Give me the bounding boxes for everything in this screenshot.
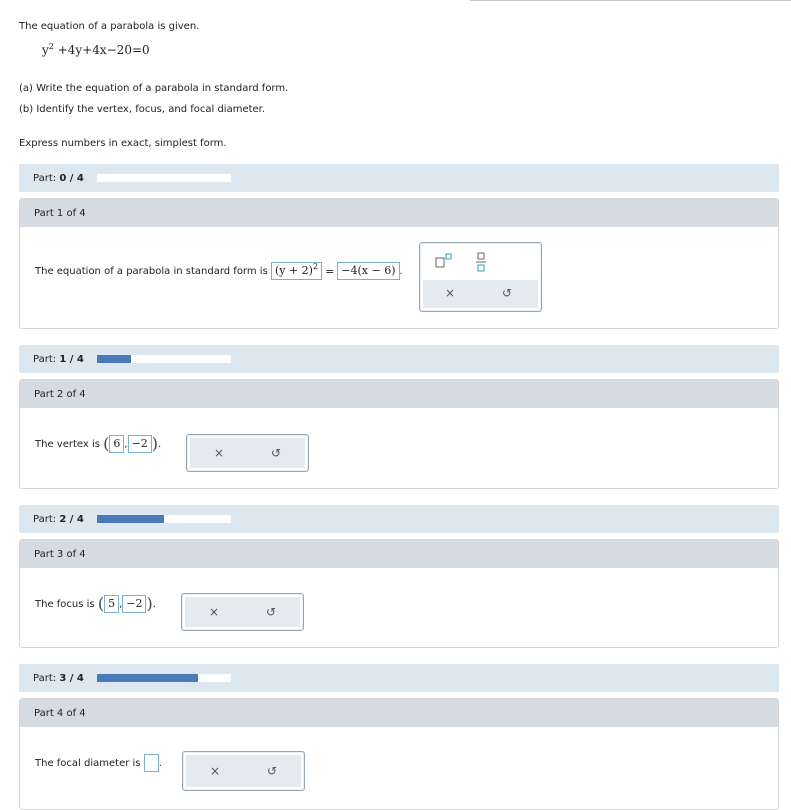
progress-fill [97,355,131,363]
part-4-question: The focal diameter is . [35,754,162,772]
period: . [158,757,162,769]
progress-header-0: Part: 0 / 4 [19,164,779,192]
math-toolbar-4: × ↺ [182,751,305,791]
progress-header-1: Part: 1 / 4 [19,345,779,373]
math-toolbar-1: × ↺ [419,242,542,312]
top-divider [470,0,791,1]
fraction-icon[interactable] [476,251,486,273]
progress-fill [97,515,164,523]
part-2-prompt: The vertex is [35,438,100,450]
exact-form-note: Express numbers in exact, simplest form. [19,138,227,149]
undo-icon[interactable]: ↺ [502,286,512,300]
progress-track [97,674,231,682]
progress-fill [97,674,198,682]
toolbar-button-row: × ↺ [190,438,305,468]
standard-form-right-input[interactable]: −4(x − 6) [337,262,400,280]
part-1-question: The equation of a parabola in standard f… [35,262,403,280]
progress-track [97,174,231,182]
progress-track [97,515,231,523]
undo-icon[interactable]: ↺ [267,764,277,778]
part-4-prompt: The focal diameter is [35,757,141,769]
progress-header-3: Part: 3 / 4 [19,664,779,692]
vertex-y-input[interactable]: −2 [127,435,152,453]
toolbar-button-row: × ↺ [185,597,300,627]
equals-sign: = [325,264,335,278]
focal-diameter-input[interactable] [143,754,159,772]
part-2-card: Part 2 of 4 [19,379,779,489]
part-b-instruction: (b) Identify the vertex, focus, and foca… [19,104,266,115]
given-equation: y2 +4y+4x−20=0 [42,42,150,58]
clear-icon[interactable]: × [209,605,219,619]
focus-x-input[interactable]: 5 [104,595,120,613]
period: . [152,598,156,610]
undo-icon[interactable]: ↺ [271,446,281,460]
progress-header-2: Part: 2 / 4 [19,505,779,533]
part-3-card: Part 3 of 4 [19,539,779,648]
part-2-question: The vertex is ( 6 , −2 ) . [35,435,161,453]
math-toolbar-3: × ↺ [181,593,304,631]
part-1-header: Part 1 of 4 [34,208,86,219]
part-3-prompt: The focus is [35,598,95,610]
toolbar-button-row: × ↺ [423,280,538,308]
problem-intro: The equation of a parabola is given. [19,21,200,32]
part-a-instruction: (a) Write the equation of a parabola in … [19,83,289,94]
clear-icon[interactable]: × [445,286,455,300]
clear-icon[interactable]: × [214,446,224,460]
superscript-icon[interactable] [434,252,458,272]
part-3-question: The focus is ( 5 , −2 ) . [35,595,156,613]
math-toolbar-2: × ↺ [186,434,309,472]
vertex-x-input[interactable]: 6 [109,435,125,453]
period: . [399,265,403,277]
part-1-prompt: The equation of a parabola in standard f… [35,265,268,277]
period: . [158,438,162,450]
standard-form-left-input[interactable]: (y + 2)2 [270,262,323,280]
focus-y-input[interactable]: −2 [122,595,147,613]
part-2-header: Part 2 of 4 [34,389,86,400]
part-3-header: Part 3 of 4 [34,549,86,560]
clear-icon[interactable]: × [210,764,220,778]
toolbar-button-row: × ↺ [186,755,301,787]
part-4-header: Part 4 of 4 [34,708,86,719]
undo-icon[interactable]: ↺ [266,605,276,619]
progress-track [97,355,231,363]
